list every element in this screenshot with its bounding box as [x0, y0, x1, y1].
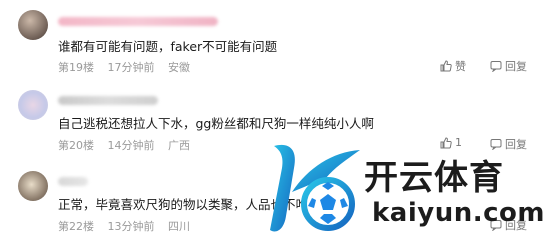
reply-button[interactable]: 回复: [490, 58, 527, 74]
comment-location: 广西: [168, 139, 190, 152]
comment-text: 谁都有可能有问题，faker不可能有问题: [58, 39, 278, 54]
comment-time: 13分钟前: [107, 220, 155, 233]
like-label: 赞: [455, 60, 466, 73]
thumbs-up-icon: [440, 60, 452, 72]
comment-text: 自己逃税还想拉人下水，gg粉丝都和尺狗一样纯纯小人啊: [58, 116, 374, 131]
floor-number: 第19楼: [58, 61, 94, 74]
username-redacted: [58, 96, 158, 105]
comment-meta: 第22楼 13分钟前 四川: [58, 218, 200, 234]
comment-meta: 第20楼 14分钟前 广西: [58, 137, 200, 153]
watermark-logo: 开云体育 kaiyun.com: [268, 138, 548, 243]
comment-location: 安徽: [168, 61, 190, 74]
like-button[interactable]: 赞: [440, 58, 466, 74]
comment-location: 四川: [168, 220, 190, 233]
brand-domain: kaiyun.com: [372, 198, 545, 228]
username-redacted: [58, 177, 88, 186]
comment-meta: 第19楼 17分钟前 安徽: [58, 59, 200, 75]
avatar[interactable]: [18, 90, 48, 120]
floor-number: 第20楼: [58, 139, 94, 152]
avatar[interactable]: [18, 10, 48, 40]
avatar[interactable]: [18, 171, 48, 201]
reply-label: 回复: [505, 60, 527, 73]
comment-time: 14分钟前: [107, 139, 155, 152]
comment-time: 17分钟前: [107, 61, 155, 74]
username-redacted: [58, 17, 218, 26]
reply-icon: [490, 61, 502, 72]
floor-number: 第22楼: [58, 220, 94, 233]
k-ball-logo-icon: [270, 144, 360, 232]
brand-name-cn: 开云体育: [364, 158, 504, 198]
